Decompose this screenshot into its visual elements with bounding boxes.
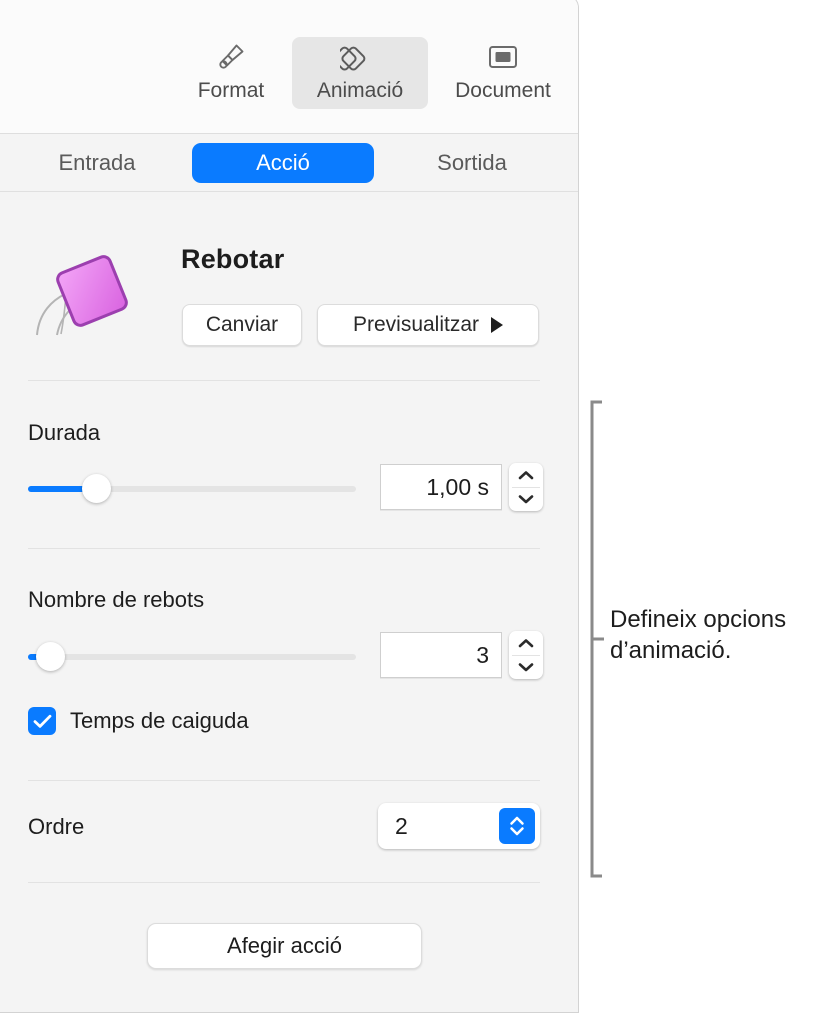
- duration-stepper[interactable]: [509, 463, 543, 511]
- fall-time-checkbox-row[interactable]: Temps de caiguda: [28, 707, 249, 735]
- toolbar-tab-document[interactable]: Document: [438, 37, 568, 109]
- bouncing-square-icon: [31, 234, 151, 344]
- bounces-value-field[interactable]: 3: [380, 632, 502, 678]
- callout-bracket-icon: [590, 400, 604, 878]
- preview-effect-label: Previsualitzar: [352, 313, 480, 336]
- order-popup-button[interactable]: 2: [378, 803, 540, 849]
- duration-slider[interactable]: [28, 474, 356, 504]
- divider: [28, 882, 540, 883]
- animation-diamonds-icon: [340, 37, 380, 77]
- document-rect-icon: [486, 37, 520, 77]
- animation-stage-tabs: Entrada Acció Sortida: [0, 135, 578, 192]
- toolbar-tab-format[interactable]: Format: [181, 37, 281, 109]
- chevron-down-icon[interactable]: [509, 655, 543, 679]
- divider: [28, 780, 540, 781]
- fall-time-label: Temps de caiguda: [70, 708, 249, 733]
- bounces-stepper[interactable]: [509, 631, 543, 679]
- tab-accio[interactable]: Acció: [192, 143, 374, 183]
- effect-header-row: Rebotar Canviar Previsualitzar: [0, 212, 578, 352]
- checkmark-icon: [33, 714, 51, 728]
- toolbar-tab-animation[interactable]: Animació: [292, 37, 428, 109]
- duration-value-field[interactable]: 1,00 s: [380, 464, 502, 510]
- chevron-down-icon[interactable]: [509, 487, 543, 511]
- fall-time-checkbox[interactable]: [28, 707, 56, 735]
- inspector-body: Rebotar Canviar Previsualitzar Durada 1,…: [0, 192, 578, 1012]
- callout-annotation: Defineix opcions d’animació.: [588, 400, 838, 885]
- callout-text: Defineix opcions d’animació.: [610, 606, 787, 664]
- chevron-up-icon[interactable]: [509, 463, 543, 487]
- change-effect-button[interactable]: Canviar: [182, 304, 302, 346]
- tab-sortida[interactable]: Sortida: [390, 143, 554, 183]
- order-popup-value: 2: [395, 813, 408, 839]
- divider: [28, 548, 540, 549]
- order-label: Ordre: [28, 814, 85, 839]
- bounces-slider[interactable]: [28, 642, 356, 672]
- toolbar-tab-document-label: Document: [455, 79, 551, 102]
- toolbar-tab-format-label: Format: [197, 79, 265, 102]
- animation-inspector-panel: Format Animació Document Entrada Acció S…: [0, 0, 579, 1013]
- toolbar-tab-animation-label: Animació: [316, 79, 404, 102]
- effect-name: Rebotar: [181, 244, 285, 274]
- preview-effect-button[interactable]: Previsualitzar: [317, 304, 539, 346]
- duration-label: Durada: [28, 420, 101, 445]
- duration-slider-thumb[interactable]: [82, 474, 111, 503]
- chevron-up-icon[interactable]: [509, 631, 543, 655]
- divider: [28, 380, 540, 381]
- add-action-button[interactable]: Afegir acció: [147, 923, 422, 969]
- bounces-slider-thumb[interactable]: [36, 642, 65, 671]
- paintbrush-icon: [214, 37, 248, 77]
- bounces-label: Nombre de rebots: [28, 587, 205, 612]
- play-triangle-icon: [491, 317, 504, 333]
- tab-entrada[interactable]: Entrada: [17, 143, 177, 183]
- inspector-toolbar: Format Animació Document: [0, 0, 578, 134]
- chevron-up-down-icon[interactable]: [499, 808, 535, 844]
- bounces-slider-track[interactable]: [28, 654, 356, 660]
